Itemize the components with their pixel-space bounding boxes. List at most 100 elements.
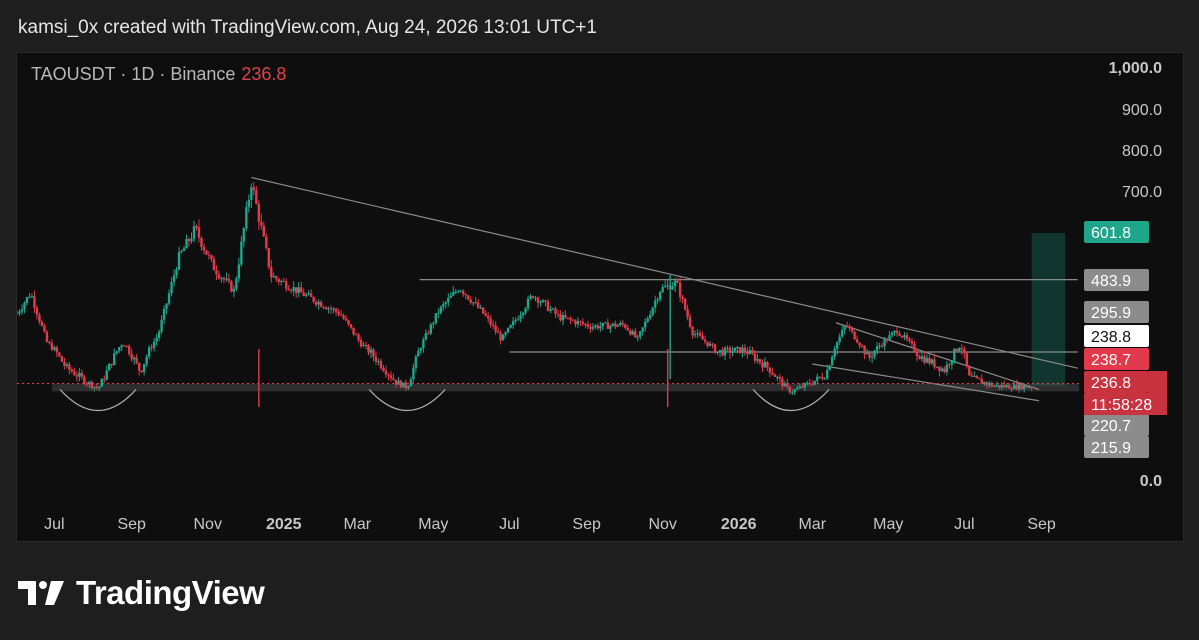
tradingview-brand[interactable]: TradingView <box>18 574 265 612</box>
candle-body <box>142 364 146 373</box>
candle-body <box>369 349 373 353</box>
candle-body <box>496 331 500 334</box>
candle-body <box>25 297 29 303</box>
candle-body <box>943 368 946 373</box>
candle-body <box>663 286 667 288</box>
candle-body <box>1022 385 1026 390</box>
candle-body <box>172 275 176 283</box>
candle-body <box>743 347 747 352</box>
candle-body <box>958 347 961 352</box>
candle-body <box>880 345 884 347</box>
x-tick-label: Jul <box>954 516 974 533</box>
candle-body <box>606 322 610 329</box>
candle-body <box>559 314 562 321</box>
chart-panel[interactable]: 1,000.0 900.0 800.0 700.0 0.0 601.8 483.9 295.9… <box>16 52 1184 542</box>
candle-body <box>63 361 66 366</box>
candle-body <box>382 368 385 371</box>
candle-body <box>629 330 632 335</box>
candle-body <box>412 367 415 380</box>
candle-body <box>329 308 333 310</box>
candle-body <box>240 241 243 265</box>
candle-body <box>855 339 859 343</box>
candle-body <box>736 347 739 349</box>
candle-body <box>806 382 809 384</box>
candle-body <box>604 322 607 324</box>
candle-body <box>741 347 744 353</box>
candle-body <box>514 320 517 322</box>
candle-body <box>225 278 228 280</box>
candle-body <box>920 356 924 360</box>
candle-body <box>786 383 789 387</box>
candle-body <box>895 330 899 334</box>
candle-body <box>419 348 423 351</box>
candle-body <box>339 314 343 316</box>
candle-body <box>636 336 639 338</box>
candle-body <box>30 296 34 298</box>
candle-body <box>504 332 507 335</box>
candle-body <box>277 279 280 282</box>
price-label: 238.8 <box>1091 329 1131 346</box>
candle-body <box>601 322 605 327</box>
candle-body <box>703 339 707 342</box>
candle-body <box>935 366 939 368</box>
candle-body <box>247 199 251 208</box>
candle-body <box>816 376 819 381</box>
candle-body <box>918 356 921 360</box>
candle-body <box>649 314 652 319</box>
candle-body <box>35 307 39 315</box>
candle-body <box>1010 388 1013 390</box>
candle-body <box>439 306 443 313</box>
candle-body <box>863 345 866 355</box>
candle-body <box>75 375 79 377</box>
candle-body <box>88 381 91 385</box>
candle-body <box>334 308 338 312</box>
candle-body <box>1017 384 1021 390</box>
candle-body <box>377 361 380 363</box>
candle-body <box>883 339 886 347</box>
candle-body <box>462 290 465 295</box>
candle-body <box>1030 387 1033 389</box>
candle-body <box>890 332 894 336</box>
candle-body <box>152 341 156 348</box>
candle-body <box>783 383 787 387</box>
candle-body <box>723 347 727 356</box>
candle-body <box>706 341 709 346</box>
candle-body <box>634 331 637 338</box>
candle-body <box>501 334 505 341</box>
price-chart[interactable]: 1,000.0 900.0 800.0 700.0 0.0 601.8 483.9 295.9… <box>17 53 1183 541</box>
candle-body <box>549 309 552 311</box>
candle-body <box>788 386 792 393</box>
candle-body <box>374 356 378 362</box>
candle-body <box>691 326 694 336</box>
candle-body <box>48 341 51 344</box>
candle-body <box>1025 385 1028 388</box>
candle-body <box>940 368 944 371</box>
candle-body <box>763 361 767 368</box>
candle-body <box>910 340 914 344</box>
brand-name: TradingView <box>76 574 265 611</box>
candle-body <box>556 313 560 315</box>
candle-body <box>145 356 148 365</box>
candle-body <box>222 277 226 280</box>
candle-body <box>80 373 84 377</box>
symbol-header: TAOUSDT · 1D · Binance 236.8 <box>31 64 286 85</box>
candle-body <box>773 374 777 377</box>
price-label: 215.9 <box>1091 440 1131 457</box>
candle-body <box>230 281 233 292</box>
candle-body <box>519 315 522 320</box>
candle-body <box>791 392 794 394</box>
candle-body <box>170 282 173 294</box>
candle-body <box>1015 384 1018 390</box>
candle-body <box>614 323 617 327</box>
candle-body <box>255 190 258 204</box>
candle-body <box>319 302 323 307</box>
candle-body <box>362 344 365 347</box>
candle-body <box>317 302 320 305</box>
candle-body <box>45 331 49 342</box>
x-tick-label: May <box>418 516 448 533</box>
candle-body <box>554 308 557 314</box>
candle-body <box>118 347 121 352</box>
candle-body <box>681 297 684 299</box>
candle-body <box>529 296 532 299</box>
candle-body <box>566 317 570 319</box>
